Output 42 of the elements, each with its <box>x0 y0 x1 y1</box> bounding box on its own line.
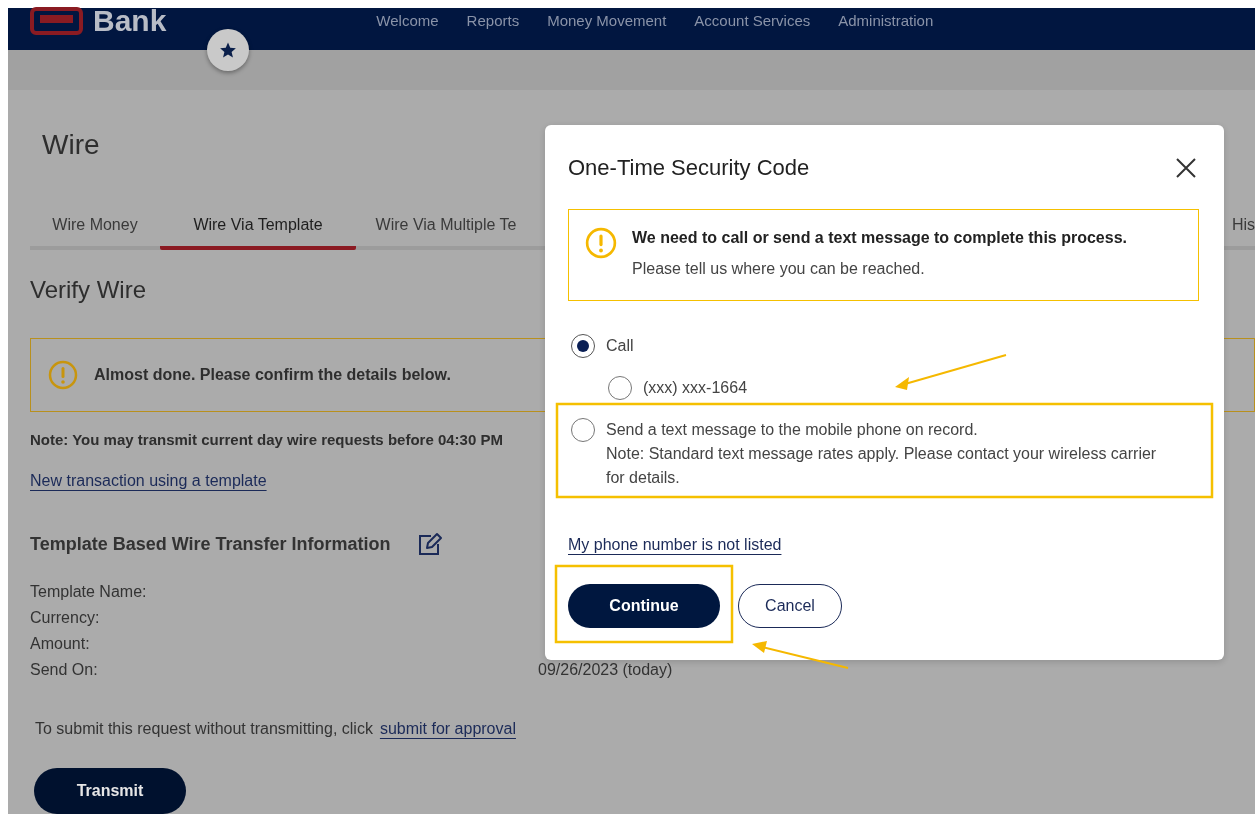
submit-text: To submit this request without transmitting, click <box>35 720 373 738</box>
option-label: Call <box>606 336 635 356</box>
continue-button[interactable]: Continue <box>568 584 720 628</box>
detail-label: Template Name: <box>30 582 148 601</box>
tab[interactable]: Wire Money <box>30 216 160 250</box>
alert-text: Almost done. Please confirm the details below. <box>94 366 451 384</box>
detail-value: 09/26/2023 (today) <box>538 660 674 679</box>
option-note: Note: Standard text message rates apply. Please contact your wireless carrier for details. <box>606 444 1158 488</box>
nav-link[interactable]: Money Movement <box>547 12 667 30</box>
nav-link[interactable]: Reports <box>466 12 520 30</box>
tab[interactable]: Wire Via Template <box>160 216 356 250</box>
detail-label: Amount: <box>30 634 91 653</box>
cancel-button[interactable]: Cancel <box>738 584 842 628</box>
close-icon <box>1175 157 1197 179</box>
warning-icon <box>585 227 617 259</box>
page-title: Wire <box>42 128 101 162</box>
star-icon <box>219 41 237 59</box>
nav-link[interactable]: Account Services <box>694 12 811 30</box>
edit-button[interactable] <box>416 532 443 556</box>
nav-link[interactable]: Welcome <box>376 12 439 30</box>
dialog-title: One-Time Security Code <box>568 155 810 181</box>
close-button[interactable] <box>1175 157 1197 179</box>
edit-icon <box>416 532 443 556</box>
nav-link[interactable]: Administration <box>838 12 934 30</box>
detail-label: Send On: <box>30 660 99 679</box>
logo-icon <box>30 7 83 35</box>
section-title: Verify Wire <box>30 276 146 304</box>
dialog-alert-text: Please tell us where you can be reached. <box>632 260 926 278</box>
warning-icon <box>48 360 78 390</box>
note-text: Note: You may transmit current day wire requests before 04:30 PM <box>30 431 503 448</box>
detail-label: Currency: <box>30 608 101 627</box>
option-label: (xxx) xxx-1664 <box>643 378 748 398</box>
template-link[interactable]: New transaction using a template <box>30 472 267 489</box>
submit-link[interactable]: submit for approval <box>379 720 516 738</box>
tab[interactable]: Wire Via Multiple Te <box>356 216 536 250</box>
phone-not-listed-link[interactable]: My phone number is not listed <box>568 536 782 553</box>
tab[interactable]: His <box>1195 216 1255 250</box>
logo-text: Bank <box>93 3 167 39</box>
dialog-alert-title: We need to call or send a text message to complete this process. <box>632 229 1127 247</box>
transmit-button[interactable]: Transmit <box>34 768 186 814</box>
option-label: Send a text message to the mobile phone on record. <box>606 420 979 440</box>
details-title: Template Based Wire Transfer Information <box>30 533 391 555</box>
